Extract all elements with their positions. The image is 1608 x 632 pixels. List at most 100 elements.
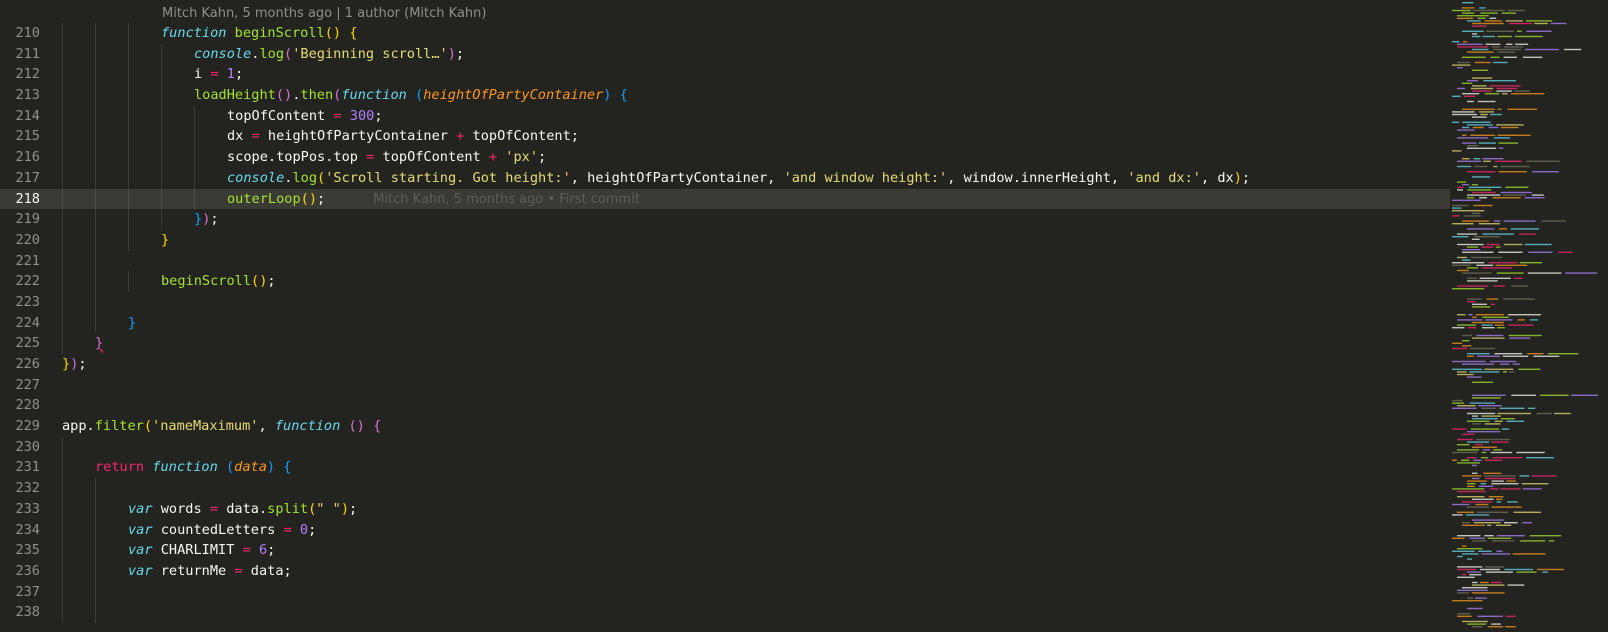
code-content[interactable]: var countedLetters = 0; (128, 520, 316, 541)
code-content[interactable]: var returnMe = data; (128, 561, 292, 582)
minimap-code-stroke (1457, 243, 1484, 246)
code-line[interactable]: 235 var CHARLIMIT = 6; (0, 540, 1490, 561)
code-line[interactable]: 238 (0, 602, 1490, 623)
code-line[interactable]: 216 scope.topPos.top = topOfContent + 'px… (0, 147, 1490, 168)
minimap-code-stroke (1489, 17, 1497, 19)
code-content[interactable]: return function (data) { (95, 457, 291, 478)
code-content[interactable]: loadHeight().then(function (heightOfPart… (194, 85, 628, 106)
code-token: ) (266, 459, 276, 476)
indent-guide (128, 105, 129, 127)
indent-guide (62, 147, 63, 168)
code-content[interactable]: beginScroll(); (161, 271, 276, 292)
code-lines[interactable]: 210 function beginScroll() {211 console.lo… (0, 23, 1490, 623)
code-content[interactable]: var CHARLIMIT = 6; (128, 540, 275, 561)
indent-guide (194, 147, 195, 168)
code-token: ) (447, 45, 456, 62)
code-line[interactable]: 211 console.log('Beginning scroll…'); (0, 43, 1490, 65)
minimap-code-stroke (1476, 334, 1504, 337)
minimap-code-stroke (1457, 592, 1470, 594)
code-line[interactable]: 227 (0, 375, 1490, 396)
indent-guide (95, 560, 96, 582)
minimap-code-stroke (1516, 451, 1545, 454)
minimap-code-stroke (1477, 615, 1503, 617)
indent-guide (62, 85, 63, 106)
code-line[interactable]: 224} (0, 312, 1490, 334)
code-line[interactable]: 230 (0, 436, 1490, 458)
minimap-code-stroke (1490, 303, 1495, 305)
minimap-code-stroke (1452, 600, 1483, 602)
minimap-code-stroke (1468, 314, 1473, 316)
code-content[interactable]: scope.topPos.top = topOfContent + 'px'; (227, 147, 546, 168)
indent-guide (128, 64, 129, 86)
minimap-code-stroke (1462, 56, 1486, 58)
code-line[interactable]: 219}); (0, 209, 1490, 230)
code-line[interactable]: 232 (0, 478, 1490, 499)
code-line[interactable]: 214 topOfContent = 300; (0, 105, 1490, 127)
code-editor[interactable]: Mitch Kahn, 5 months ago | 1 author (Mit… (0, 0, 1608, 632)
code-content[interactable]: console.log('Scroll starting. Got height… (227, 168, 1250, 189)
code-content[interactable]: } (161, 230, 169, 251)
code-line[interactable]: 215 dx = heightOfPartyContainer + topOfCo… (0, 126, 1490, 148)
code-line[interactable]: 222 beginScroll(); (0, 271, 1490, 292)
code-line[interactable]: 210 function beginScroll() { (0, 23, 1490, 44)
code-line[interactable]: 236 var returnMe = data; (0, 560, 1490, 582)
code-line[interactable]: 217 console.log('Scroll starting. Got hei… (0, 167, 1490, 189)
minimap-code-stroke (1481, 246, 1494, 248)
minimap-code-stroke (1452, 41, 1460, 43)
code-line[interactable]: 212 i = 1; (0, 64, 1490, 86)
code-content[interactable]: }); (62, 354, 87, 375)
minimap-code-stroke (1457, 548, 1483, 550)
code-content[interactable]: console.log('Beginning scroll…'); (194, 44, 464, 65)
minimap-code-stroke (1514, 90, 1530, 92)
line-number: 232 (15, 480, 40, 497)
minimap[interactable] (1450, 0, 1608, 632)
code-line[interactable]: 220} (0, 229, 1490, 251)
code-content[interactable]: outerLoop(); Mitch Kahn, 5 months ago • F… (227, 189, 640, 211)
minimap-code-stroke (1531, 475, 1557, 477)
code-line[interactable]: 231 return function (data) { (0, 457, 1490, 479)
code-line[interactable]: 229 app.filter('nameMaximum', function ()… (0, 416, 1490, 437)
minimap-code-stroke (1457, 613, 1470, 615)
code-token: { (283, 459, 292, 476)
code-content[interactable]: topOfContent = 300; (227, 106, 383, 127)
minimap-code-stroke (1457, 189, 1463, 191)
code-content[interactable]: }); (194, 209, 219, 230)
minimap-code-stroke (1457, 566, 1483, 568)
code-token: log (259, 45, 285, 62)
minimap-code-stroke (1527, 272, 1562, 274)
code-token: ; (538, 149, 547, 166)
code-content[interactable]: } (95, 333, 103, 354)
minimap-code-stroke (1452, 368, 1483, 370)
code-content[interactable]: function beginScroll() { (161, 23, 357, 44)
code-content[interactable]: var words = data.split(" "); (128, 499, 357, 520)
code-content[interactable]: app.filter('nameMaximum', function () { (62, 416, 381, 437)
minimap-code-stroke (1474, 236, 1501, 238)
code-line[interactable]: 226}); (0, 354, 1490, 375)
code-token: data. (218, 500, 268, 517)
code-line[interactable]: 234 var countedLetters = 0; (0, 519, 1490, 541)
minimap-code-stroke (1452, 327, 1465, 329)
minimap-code-stroke (1452, 236, 1469, 238)
code-line[interactable]: 223 (0, 291, 1490, 313)
code-content[interactable]: } (128, 313, 136, 334)
code-line[interactable]: 228 (0, 395, 1490, 416)
minimap-code-stroke (1482, 316, 1509, 318)
code-line[interactable]: 218 outerLoop(); Mitch Kahn, 5 months ago … (0, 188, 1490, 211)
minimap-code-stroke (1537, 568, 1565, 571)
minimap-code-stroke (1488, 126, 1499, 129)
minimap-code-stroke (1502, 194, 1526, 196)
code-line[interactable]: 221 (0, 250, 1490, 272)
minimap-code-stroke (1505, 186, 1529, 188)
code-content[interactable]: dx = heightOfPartyContainer + topOfConte… (227, 126, 579, 147)
line-number: 222 (15, 273, 40, 290)
code-line[interactable]: 213 loadHeight().then(function (heightOfP… (0, 85, 1490, 106)
code-line[interactable]: 237 (0, 581, 1490, 603)
minimap-canvas[interactable] (1450, 0, 1608, 632)
codelens-blame-header[interactable]: Mitch Kahn, 5 months ago | 1 author (Mit… (162, 6, 486, 21)
code-line[interactable]: 225} (0, 333, 1490, 354)
minimap-code-stroke (1483, 80, 1516, 82)
code-line[interactable]: 233 var words = data.split(" "); (0, 498, 1490, 520)
minimap-code-stroke (1519, 233, 1536, 235)
code-content[interactable]: i = 1; (194, 64, 243, 85)
minimap-code-stroke (1522, 56, 1543, 58)
